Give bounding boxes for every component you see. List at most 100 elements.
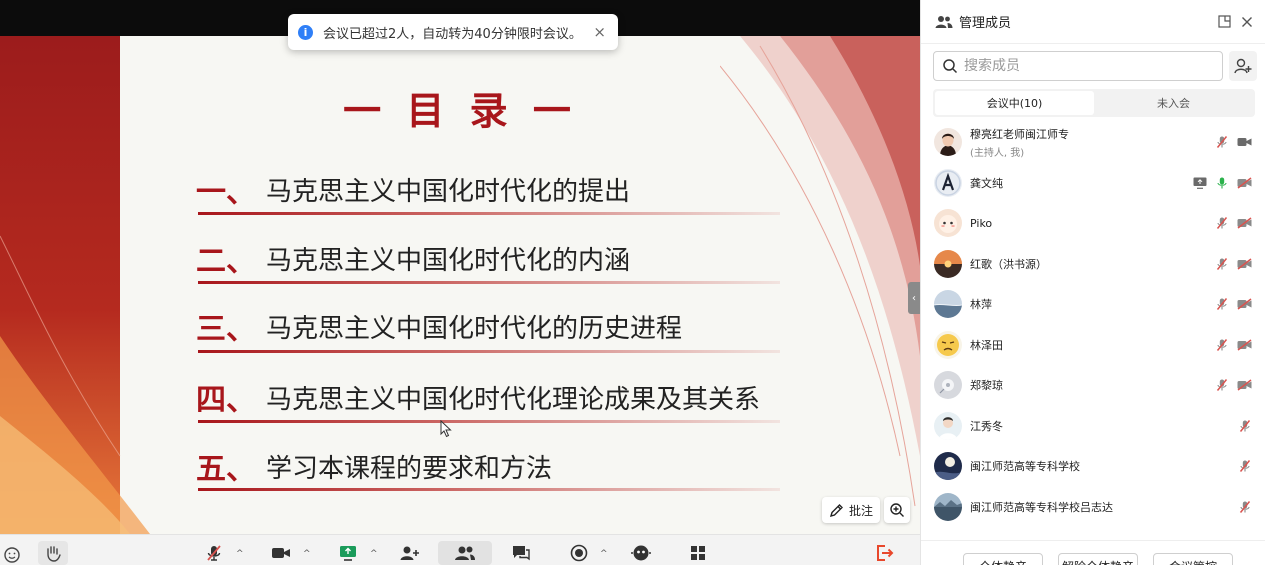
member-row[interactable]: 林泽田 <box>921 325 1265 366</box>
member-name: 闽江师范高等专科学校吕志达 <box>970 500 1113 514</box>
add-user-icon <box>400 546 419 560</box>
toc-item: 四、 马克思主义中国化时代化理论成果及其关系 <box>196 377 761 418</box>
toc-number: 一、 <box>196 175 256 210</box>
toc-text: 马克思主义中国化时代化的提出 <box>266 176 631 207</box>
record-icon <box>570 544 588 562</box>
video-off-icon[interactable] <box>1237 217 1252 229</box>
popout-window-icon[interactable] <box>1218 15 1231 28</box>
mic-muted-icon[interactable] <box>1215 216 1229 230</box>
video-off-icon[interactable] <box>1237 177 1252 189</box>
video-button[interactable] <box>268 541 294 565</box>
raise-hand-icon <box>47 546 61 562</box>
video-camera-icon <box>272 548 290 558</box>
zoom-in-button[interactable] <box>884 497 910 523</box>
avatar <box>934 128 962 157</box>
member-name: 穆亮红老师闽江师专 <box>970 127 1069 141</box>
member-name: 闽江师范高等专科学校 <box>970 460 1080 474</box>
member-info: 闽江师范高等专科学校 <box>970 458 1238 474</box>
member-role: (主持人, 我) <box>970 147 1025 159</box>
member-info: 龚文纯 <box>970 175 1193 191</box>
apps-grid-icon <box>691 546 705 560</box>
raise-hand-button[interactable] <box>38 541 68 565</box>
mic-muted-icon[interactable] <box>1238 500 1252 514</box>
avatar <box>934 411 962 440</box>
mic-options-caret[interactable]: ^ <box>236 549 244 559</box>
member-status-icons <box>1238 419 1252 433</box>
record-button[interactable] <box>567 541 591 565</box>
mic-muted-icon[interactable] <box>1238 459 1252 473</box>
share-screen-button[interactable] <box>336 541 360 565</box>
invite-button[interactable] <box>397 541 423 565</box>
member-name: 江秀冬 <box>970 419 1003 433</box>
record-options-caret[interactable]: ^ <box>600 549 608 559</box>
annotate-label: 批注 <box>848 503 873 518</box>
member-info: 郑黎琼 <box>970 377 1215 393</box>
meeting-limit-toast: i 会议已超过2人，自动转为40分钟限时会议。 × <box>288 14 618 50</box>
toc-text: 马克思主义中国化时代化理论成果及其关系 <box>266 384 761 415</box>
tab-in-meeting[interactable]: 会议中(10) <box>935 91 1094 115</box>
member-info: 穆亮红老师闽江师专 (主持人, 我) <box>970 126 1215 159</box>
member-row[interactable]: 红歌（洪书源） <box>921 244 1265 285</box>
member-info: Piko <box>970 217 1215 230</box>
close-icon[interactable] <box>1241 16 1253 28</box>
video-off-icon[interactable] <box>1237 258 1252 270</box>
member-row[interactable]: 闽江师范高等专科学校 <box>921 446 1265 487</box>
mute-mic-button[interactable] <box>202 541 226 565</box>
member-name: 龚文纯 <box>970 176 1003 190</box>
panel-title: 管理成员 <box>959 16 1012 31</box>
member-row[interactable]: 江秀冬 <box>921 406 1265 447</box>
mic-muted-icon[interactable] <box>1215 338 1229 352</box>
video-options-caret[interactable]: ^ <box>303 549 311 559</box>
avatar <box>934 371 962 400</box>
assistant-bot-icon <box>631 545 651 561</box>
toast-close-button[interactable]: × <box>591 23 608 41</box>
presentation-slide: 一 目 录 一 一、 马克思主义中国化时代化的提出 二、 马克思主义中国化时代化… <box>0 36 920 534</box>
mic-on-icon[interactable] <box>1215 176 1229 190</box>
member-info: 闽江师范高等专科学校吕志达 <box>970 499 1238 515</box>
unmute-all-button[interactable]: 解除全体静音 <box>1058 553 1138 565</box>
member-row[interactable]: Piko <box>921 203 1265 244</box>
member-status-icons <box>1215 135 1252 149</box>
exit-icon <box>877 545 894 561</box>
member-search-row <box>921 44 1265 81</box>
panel-header: 管理成员 <box>921 0 1265 44</box>
assistant-button[interactable] <box>628 541 654 565</box>
member-row[interactable]: 穆亮红老师闽江师专 (主持人, 我) <box>921 122 1265 163</box>
mic-muted-icon[interactable] <box>1215 257 1229 271</box>
annotate-button[interactable]: 批注 <box>822 497 880 523</box>
member-row[interactable]: 闽江师范高等专科学校吕志达 <box>921 487 1265 528</box>
video-off-icon[interactable] <box>1237 379 1252 391</box>
slide-title: 一 目 录 一 <box>343 88 577 133</box>
video-on-icon[interactable] <box>1237 136 1252 148</box>
manage-members-button[interactable] <box>438 541 492 565</box>
video-off-icon[interactable] <box>1237 339 1252 351</box>
mic-muted-icon[interactable] <box>1215 378 1229 392</box>
member-info: 红歌（洪书源） <box>970 256 1215 272</box>
emoji-reaction-button[interactable] <box>0 541 24 565</box>
member-name: 林泽田 <box>970 338 1003 352</box>
member-search-input[interactable] <box>964 58 1204 74</box>
apps-button[interactable] <box>686 541 710 565</box>
share-options-caret[interactable]: ^ <box>370 549 378 559</box>
toc-number: 二、 <box>196 244 256 279</box>
video-off-icon[interactable] <box>1237 298 1252 310</box>
mic-muted-icon[interactable] <box>1215 135 1229 149</box>
chat-button[interactable] <box>508 541 534 565</box>
mic-muted-icon[interactable] <box>1238 419 1252 433</box>
member-row[interactable]: 龚文纯 <box>921 163 1265 204</box>
member-row[interactable]: 林萍 <box>921 284 1265 325</box>
mute-all-button[interactable]: 全体静音 <box>963 553 1043 565</box>
shared-screen-area: 一 目 录 一 一、 马克思主义中国化时代化的提出 二、 马克思主义中国化时代化… <box>0 0 920 565</box>
member-status-icons <box>1215 257 1252 271</box>
member-name: 郑黎琼 <box>970 379 1003 393</box>
mic-muted-icon[interactable] <box>1215 297 1229 311</box>
tab-not-joined[interactable]: 未入会 <box>1094 91 1253 115</box>
share-screen-icon <box>340 546 356 561</box>
meeting-control-button[interactable]: 会议管控 <box>1153 553 1233 565</box>
panel-collapse-toggle[interactable]: ‹ <box>908 282 920 314</box>
chevron-left-icon: ‹ <box>912 292 916 304</box>
leave-meeting-button[interactable] <box>872 541 896 565</box>
member-row[interactable]: 郑黎琼 <box>921 365 1265 406</box>
invite-member-button[interactable] <box>1229 51 1257 81</box>
member-status-icons <box>1238 500 1252 514</box>
